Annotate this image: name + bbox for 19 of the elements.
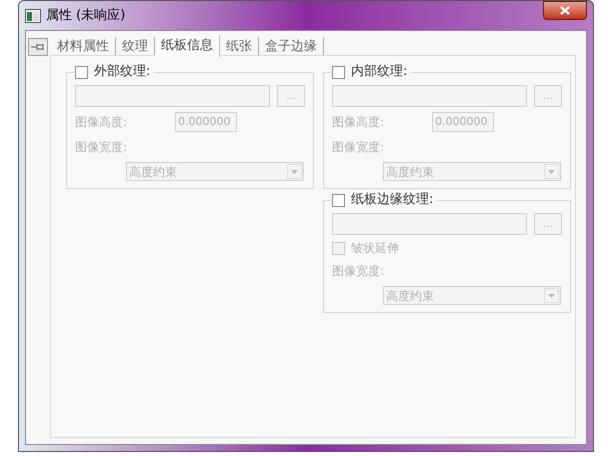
field-label: 图像高度:: [75, 114, 128, 131]
close-icon: [560, 6, 570, 15]
tab[interactable]: 纸板信息: [155, 35, 220, 57]
checkbox[interactable]: [332, 66, 345, 78]
group-label: 外部纹理:: [94, 64, 150, 80]
window-title: 属性 (未响应): [46, 6, 126, 25]
field-label: 图像高度:: [332, 114, 386, 131]
group-label: 纸板边缘纹理:: [351, 192, 434, 208]
field-label: 图像宽度:: [332, 263, 384, 280]
window-icon: [25, 8, 41, 22]
checkbox[interactable]: [332, 194, 345, 206]
checkbox[interactable]: [75, 66, 88, 78]
group-label: 内部纹理:: [351, 64, 408, 80]
checkbox-label: 皱状延伸: [351, 240, 399, 257]
field-label: 图像宽度:: [332, 139, 384, 156]
field-label: 图像宽度:: [75, 139, 128, 156]
close-button[interactable]: [543, 1, 587, 20]
pin-icon: [31, 43, 45, 51]
pin-button[interactable]: [28, 38, 48, 56]
